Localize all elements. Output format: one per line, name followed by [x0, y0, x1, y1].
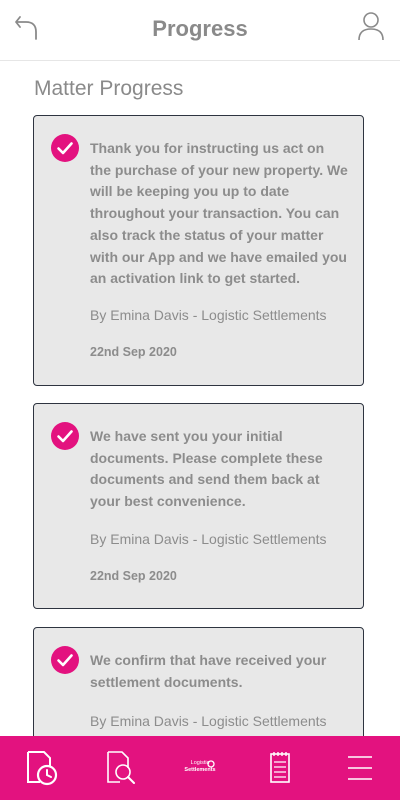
- update-author: By Emina Davis - Logistic Settlements: [90, 713, 327, 729]
- check-icon: [51, 646, 79, 674]
- update-message: We have sent you your initial documents.…: [90, 428, 323, 510]
- progress-card: We confirm that have received your settl…: [33, 627, 364, 736]
- update-date: 22nd Sep 2020: [90, 569, 177, 583]
- page-title: Progress: [152, 16, 248, 41]
- app-header: Progress: [0, 0, 400, 61]
- check-icon: [51, 422, 79, 450]
- update-date: 22nd Sep 2020: [90, 345, 177, 359]
- notepad-icon[interactable]: [258, 746, 302, 790]
- update-message: We confirm that have received your settl…: [90, 652, 327, 690]
- progress-clock-icon[interactable]: [20, 746, 64, 790]
- section-title: Matter Progress: [34, 77, 184, 100]
- document-search-icon[interactable]: [98, 746, 142, 790]
- logo-line2: Settlements: [184, 767, 216, 773]
- update-author: By Emina Davis - Logistic Settlements: [90, 307, 327, 323]
- progress-feed[interactable]: Matter Progress Thank you for instructin…: [0, 61, 400, 736]
- check-icon: [51, 134, 79, 162]
- bottom-tab-bar: Logistic Settlements: [0, 736, 400, 800]
- progress-card: We have sent you your initial documents.…: [33, 403, 364, 609]
- update-message: Thank you for instructing us act on the …: [90, 140, 348, 287]
- progress-card: Thank you for instructing us act on the …: [33, 115, 364, 386]
- menu-icon[interactable]: [338, 746, 382, 790]
- update-author: By Emina Davis - Logistic Settlements: [90, 531, 327, 547]
- logo-line1: Logistic: [190, 760, 210, 766]
- logo-text: Logistic Settlements: [174, 760, 226, 774]
- user-icon[interactable]: [355, 10, 387, 42]
